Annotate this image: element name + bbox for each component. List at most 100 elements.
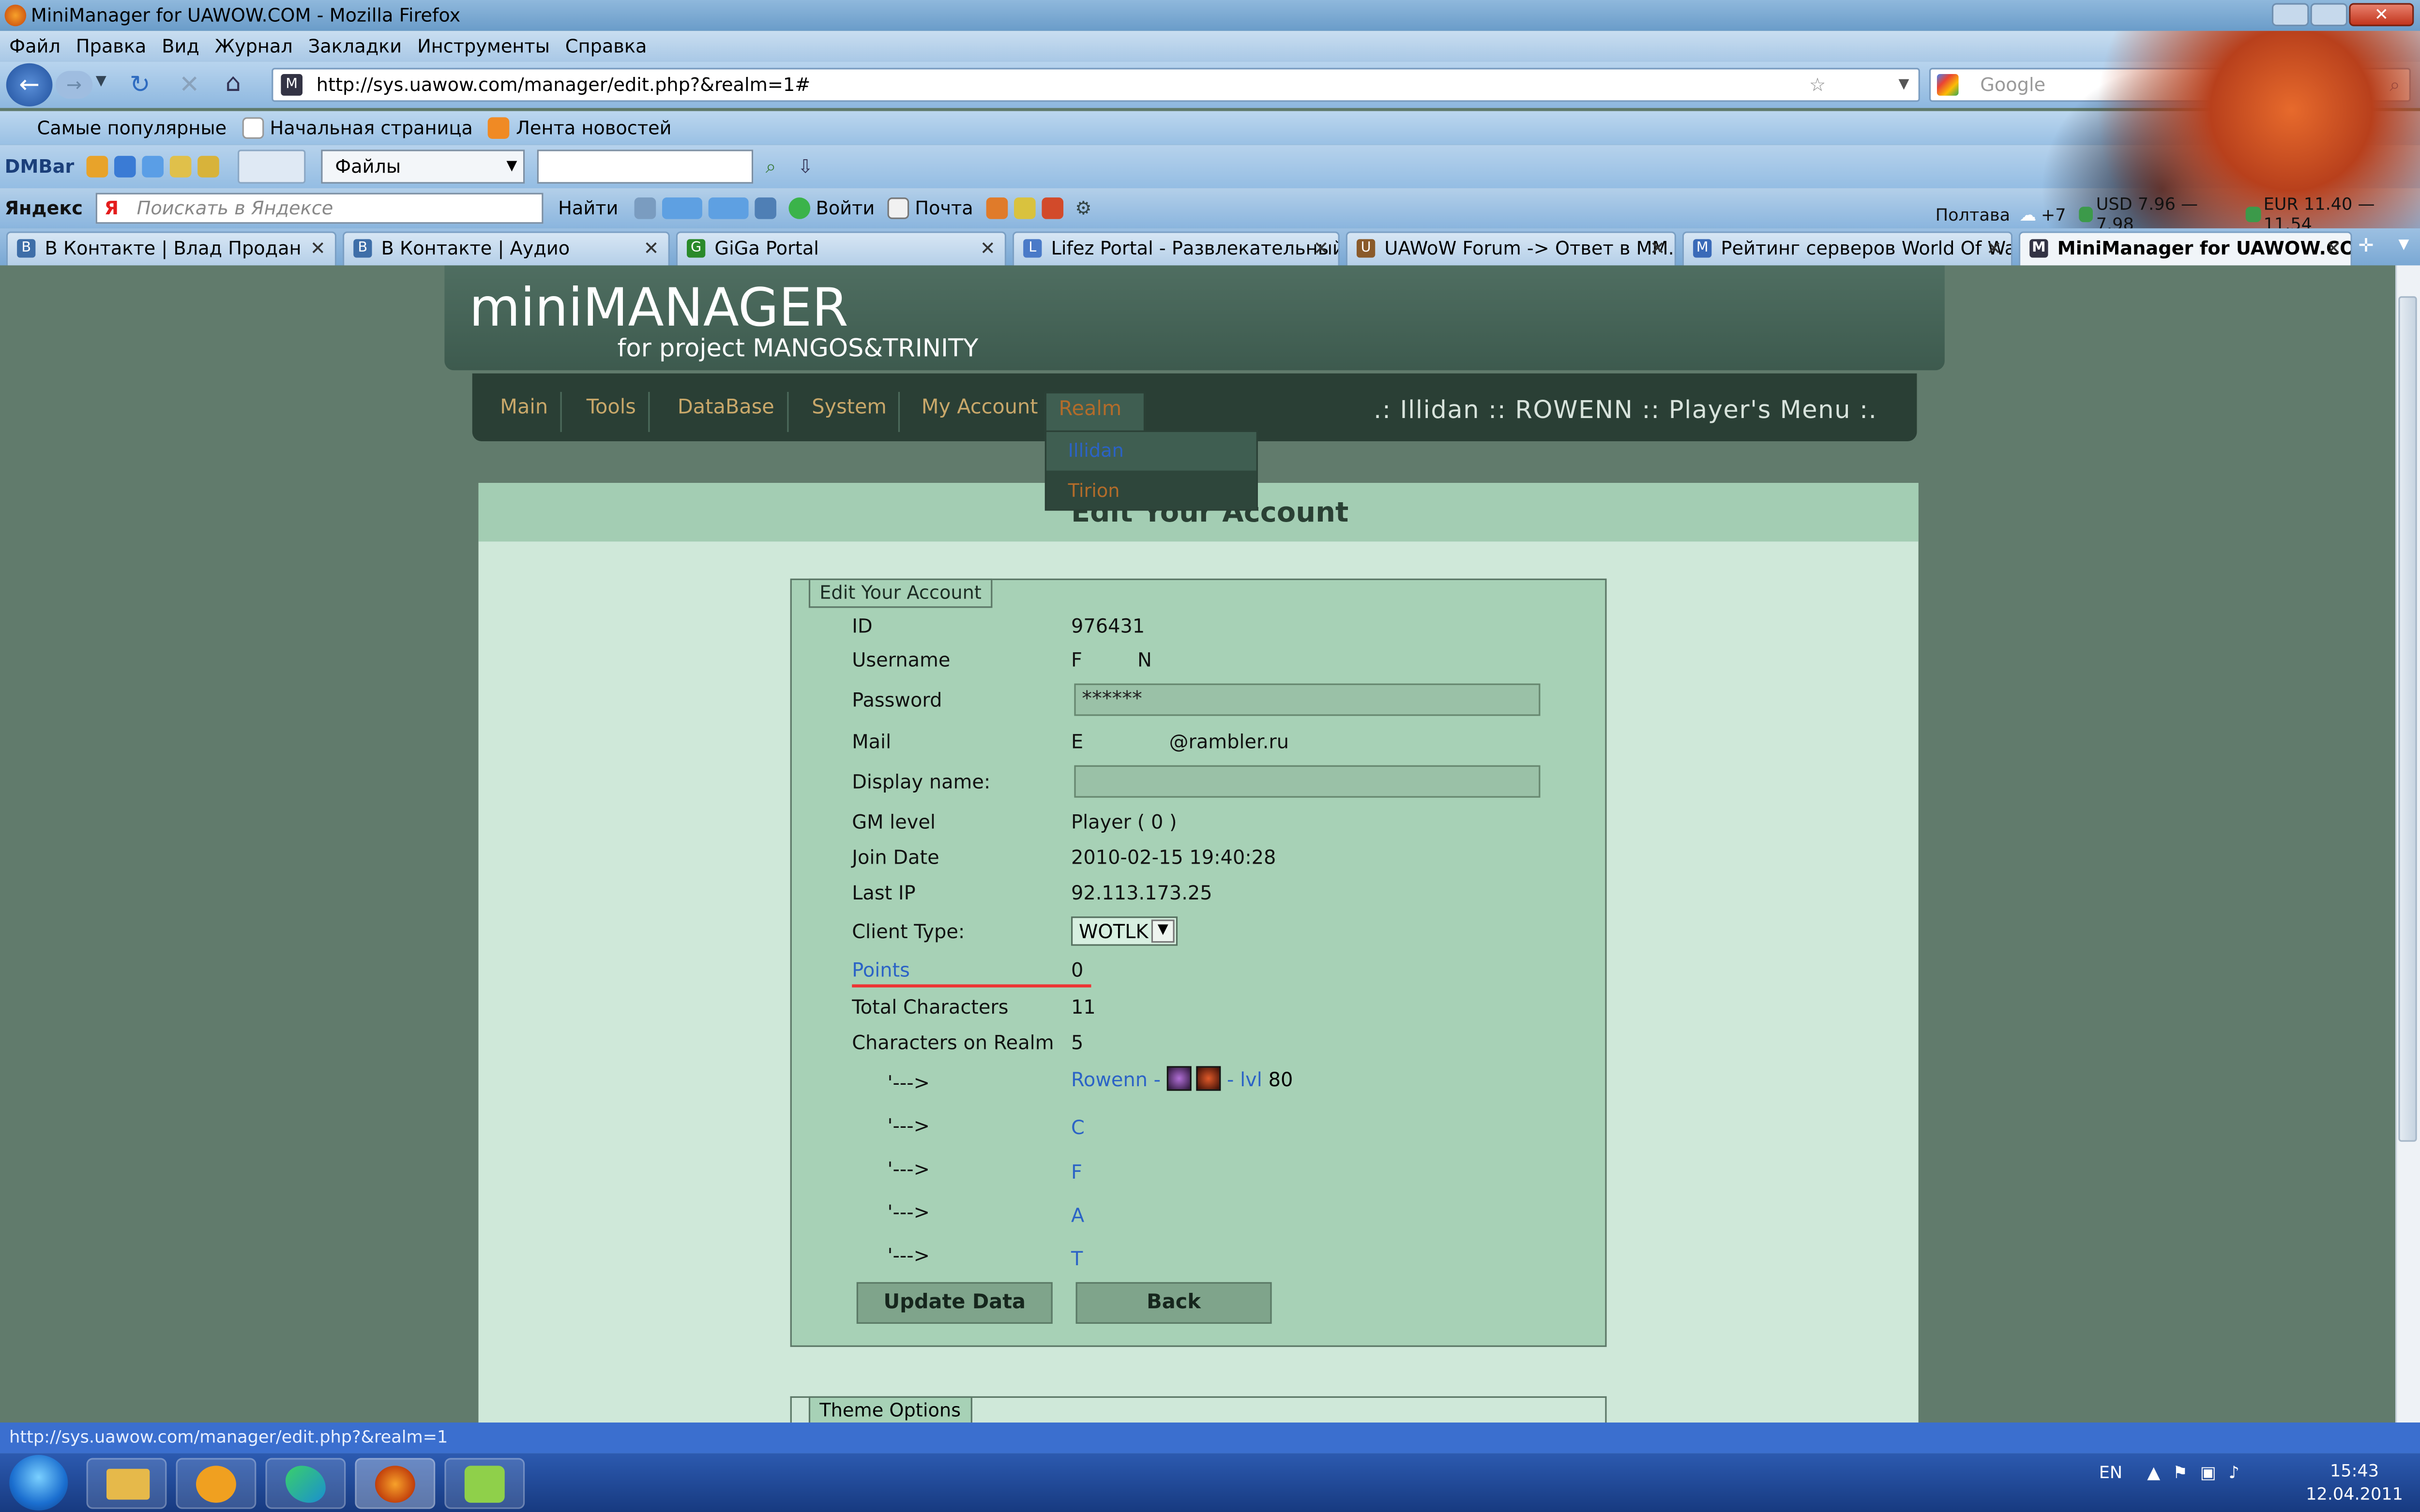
network-icon[interactable]: ▣ — [2200, 1463, 2216, 1482]
toolbar-icon[interactable] — [754, 197, 776, 219]
stop-icon[interactable]: ✕ — [179, 69, 200, 99]
toolbar-icon[interactable] — [142, 156, 164, 178]
history-dropdown-icon[interactable]: ▼ — [96, 74, 106, 90]
start-button[interactable] — [9, 1455, 68, 1511]
chevron-down-icon[interactable]: ▼ — [1151, 919, 1175, 943]
character-arrow: '---> — [887, 1114, 930, 1138]
aimp-taskbar-button[interactable] — [176, 1458, 257, 1509]
toolbar-icon[interactable] — [170, 156, 192, 178]
tab-list-icon[interactable]: ▼ — [2398, 238, 2409, 253]
toolbar-icon[interactable]: ⇩ — [798, 156, 813, 178]
toolbar-icon[interactable] — [86, 156, 108, 178]
cloud-icon: ☁ — [2019, 204, 2037, 225]
join-date-value: 2010-02-15 19:40:28 — [1071, 845, 1276, 869]
toolbar-icon[interactable] — [634, 197, 655, 219]
back-button[interactable]: Back — [1075, 1282, 1272, 1324]
menu-edit[interactable]: Правка — [76, 31, 147, 62]
back-button[interactable]: ← — [6, 63, 53, 107]
yandex-mail-button[interactable]: Почта — [915, 197, 973, 219]
clock[interactable]: 15:43 12.04.2011 — [2306, 1460, 2403, 1506]
close-icon[interactable]: ✕ — [644, 233, 659, 264]
tab-minimanager[interactable]: M MiniManager for UAWOW.COM ✕ — [2018, 231, 2352, 266]
points-link[interactable]: Points — [852, 958, 910, 981]
volume-icon[interactable]: ♪ — [2228, 1463, 2239, 1482]
toolbar-icon[interactable] — [114, 156, 136, 178]
character-name-link[interactable]: A — [1071, 1203, 1084, 1227]
yandex-find-button[interactable]: Найти — [558, 197, 618, 219]
scrollbar-thumb[interactable] — [2398, 296, 2417, 1142]
gear-icon[interactable]: ⚙ — [1075, 197, 1091, 219]
yandex-search-input[interactable]: Я Поискать в Яндексе — [95, 193, 543, 224]
close-icon[interactable]: ✕ — [1986, 233, 2002, 264]
display-name-input[interactable] — [1074, 765, 1541, 798]
language-indicator[interactable]: EN — [2099, 1463, 2122, 1482]
character-name-link[interactable]: C — [1071, 1116, 1085, 1139]
firefox-taskbar-button[interactable] — [355, 1458, 436, 1509]
character-name-link[interactable]: F — [1071, 1160, 1082, 1183]
close-icon[interactable]: ✕ — [980, 233, 996, 264]
tab-uawow-forum[interactable]: U UAWoW Forum -> Ответ в MM... ✕ — [1346, 231, 1677, 266]
menu-file[interactable]: Файл — [9, 31, 60, 62]
bookmark-star-icon[interactable]: ☆ — [1809, 69, 1826, 100]
spellcheck-icon[interactable] — [661, 197, 702, 219]
search-icon[interactable]: ⌕ — [766, 155, 776, 178]
password-input[interactable]: ****** — [1074, 683, 1541, 716]
translate-icon[interactable] — [708, 197, 748, 219]
bookmark-most-popular[interactable]: Самые популярные — [37, 117, 227, 139]
tab-vk-audio[interactable]: B В Контакте | Аудио ✕ — [342, 231, 670, 266]
close-icon[interactable]: ✕ — [1313, 233, 1329, 264]
toolbar-icon[interactable] — [197, 156, 220, 178]
toolbar-icon[interactable] — [1041, 197, 1063, 219]
address-bar[interactable]: M http://sys.uawow.com/manager/edit.php?… — [272, 68, 1920, 102]
reload-icon[interactable]: ↻ — [130, 69, 151, 99]
nav-my-account[interactable]: My Account — [909, 391, 1052, 432]
close-icon[interactable]: ✕ — [2326, 233, 2341, 264]
realm-option-illidan[interactable]: Illidan — [1068, 440, 1124, 462]
tray-expand-icon[interactable]: ▲ — [2147, 1463, 2160, 1482]
bookmark-news-feed[interactable]: Лента новостей — [516, 117, 671, 139]
nav-database[interactable]: DataBase — [665, 391, 788, 432]
yandex-login-button[interactable]: Войти — [816, 197, 875, 219]
home-icon[interactable]: ⌂ — [226, 68, 241, 97]
minimize-button[interactable] — [2271, 3, 2309, 27]
tab-lifez-portal[interactable]: L Lifez Portal - Развлекательный ... ✕ — [1012, 231, 1340, 266]
close-icon[interactable]: ✕ — [310, 233, 326, 264]
menu-help[interactable]: Справка — [565, 31, 647, 62]
forward-button[interactable]: → — [55, 71, 93, 99]
app-taskbar-button[interactable] — [444, 1458, 525, 1509]
favorites-icon[interactable] — [1013, 197, 1035, 219]
menu-tools[interactable]: Инструменты — [417, 31, 550, 62]
close-icon[interactable]: ✕ — [1650, 233, 1665, 264]
realm-option-tirion[interactable]: Tirion — [1068, 480, 1120, 502]
files-dropdown[interactable]: Файлы ▼ — [321, 150, 525, 184]
player-menu-link[interactable]: .: Illidan :: ROWENN :: Player's Menu :. — [1374, 395, 1877, 424]
menu-history[interactable]: Журнал — [215, 31, 293, 62]
yandex-label[interactable]: Яндекс — [5, 197, 83, 219]
butterfly-taskbar-button[interactable] — [265, 1458, 346, 1509]
menu-view[interactable]: Вид — [162, 31, 199, 62]
bookmark-start-page[interactable]: Начальная страница — [270, 117, 472, 139]
tab-vk-vlad[interactable]: B В Контакте | Влад Продан ✕ — [6, 231, 337, 266]
flag-icon[interactable]: ⚑ — [2173, 1463, 2188, 1482]
client-type-label: Client Type: — [852, 919, 965, 943]
dmbar-button[interactable] — [238, 150, 306, 184]
status-bar: http://sys.uawow.com/manager/edit.php?&r… — [0, 1422, 2420, 1453]
dropdown-arrow-icon[interactable]: ▼ — [1898, 69, 1909, 100]
nav-tools[interactable]: Tools — [574, 391, 650, 432]
lifez-icon: L — [1023, 239, 1042, 258]
character-name-link[interactable]: Rowenn - — [1071, 1067, 1167, 1090]
toolbar-icon[interactable] — [985, 197, 1007, 219]
new-tab-button[interactable]: ✛ — [2358, 235, 2374, 256]
character-name-link[interactable]: T — [1071, 1247, 1083, 1270]
close-window-button[interactable]: ✕ — [2349, 3, 2414, 27]
nav-main[interactable]: Main — [488, 391, 562, 432]
update-data-button[interactable]: Update Data — [856, 1282, 1053, 1324]
dmbar-search-input[interactable] — [537, 150, 754, 184]
nav-system[interactable]: System — [800, 391, 901, 432]
tab-giga-portal[interactable]: G GiGa Portal ✕ — [676, 231, 1007, 266]
menu-bookmarks[interactable]: Закладки — [308, 31, 402, 62]
most-visited-icon — [9, 117, 31, 139]
tab-server-rating[interactable]: M Рейтинг серверов World Of Wa... ✕ — [1682, 231, 2013, 266]
explorer-taskbar-button[interactable] — [86, 1458, 167, 1509]
maximize-button[interactable] — [2310, 3, 2348, 27]
